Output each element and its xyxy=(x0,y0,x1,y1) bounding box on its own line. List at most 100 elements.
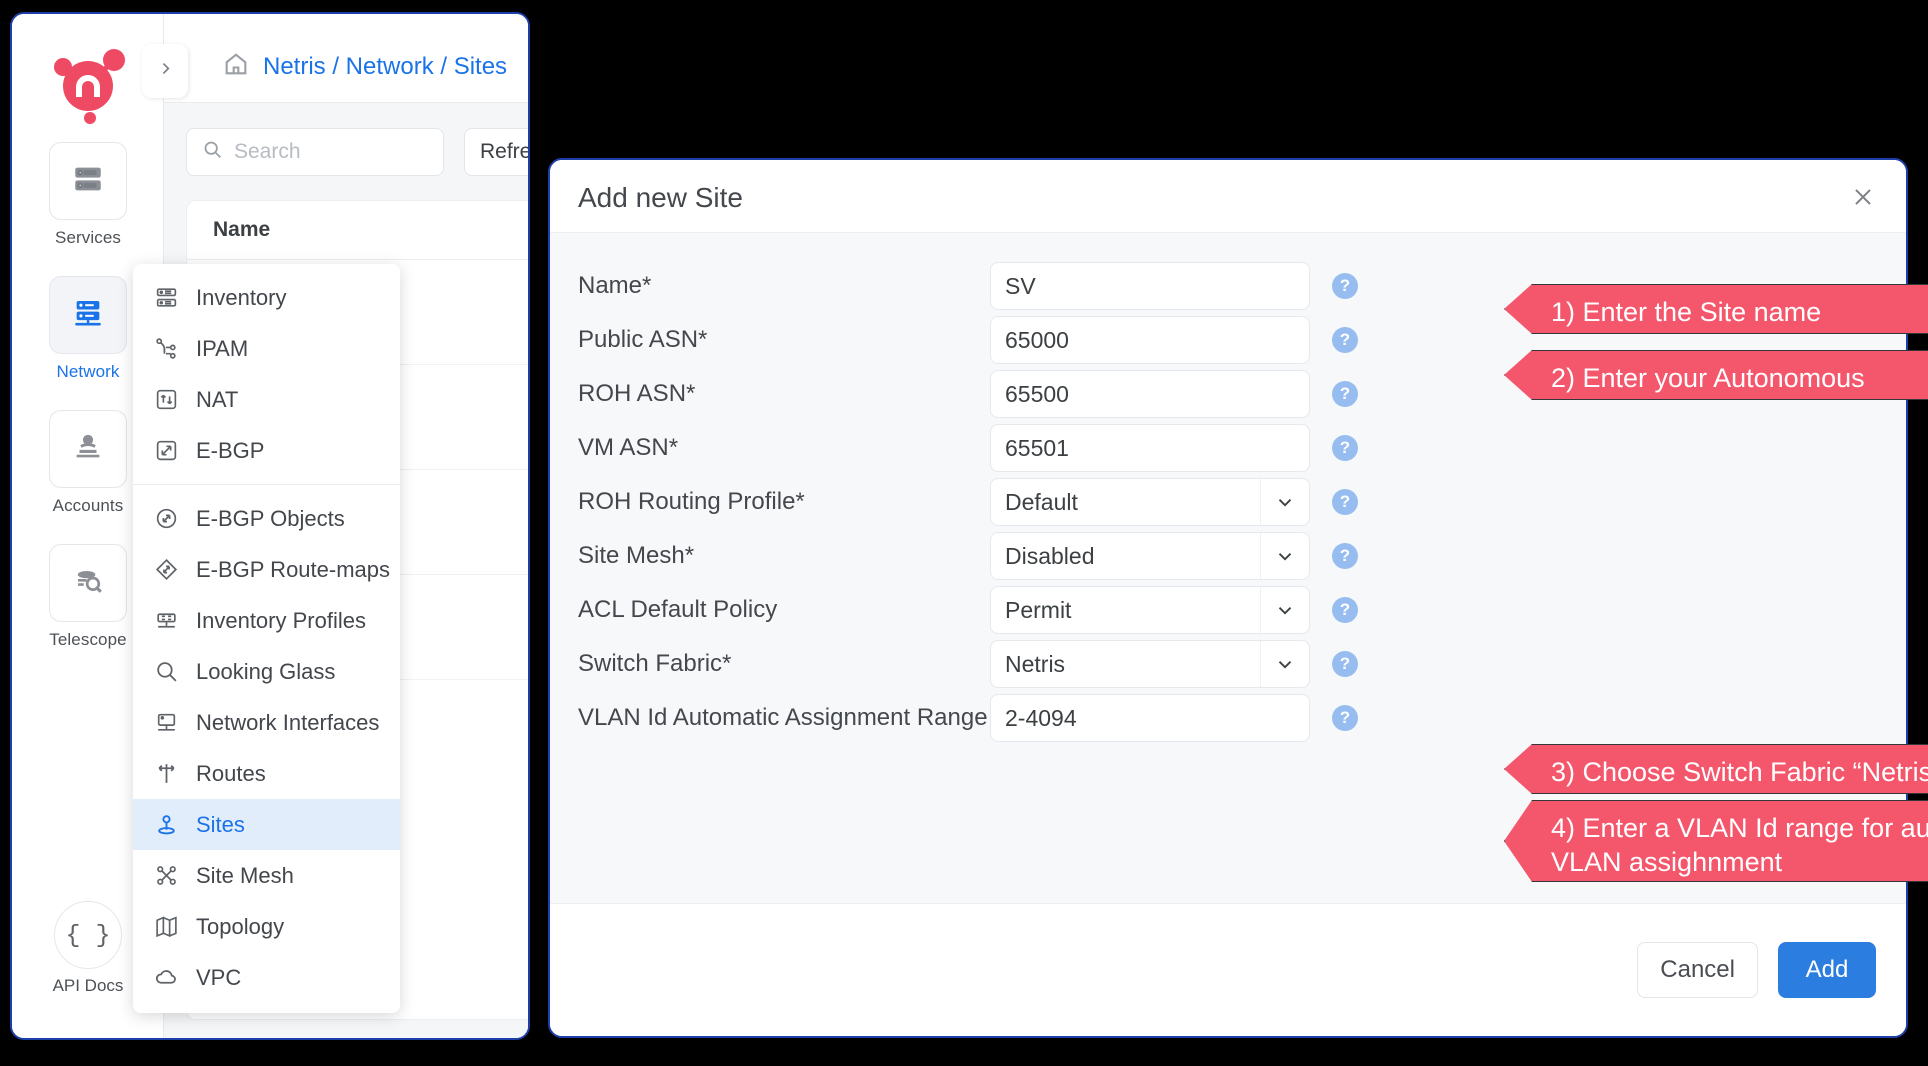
menu-item-inventory-profiles[interactable]: Inventory Profiles xyxy=(133,595,400,646)
menu-item-label: E-BGP Objects xyxy=(196,506,345,532)
modal-title: Add new Site xyxy=(578,182,743,214)
help-icon[interactable]: ? xyxy=(1332,705,1358,731)
switch-fabric-select[interactable]: Netris xyxy=(990,640,1310,688)
sidebar-tile xyxy=(49,276,127,354)
sidebar-item-services[interactable]: Services xyxy=(12,142,164,252)
menu-item-label: Network Interfaces xyxy=(196,710,379,736)
sidebar-item-label: Telescope xyxy=(49,630,126,650)
menu-item-ipam[interactable]: IPAM xyxy=(133,323,400,374)
sidebar-tile xyxy=(49,544,127,622)
help-icon[interactable]: ? xyxy=(1332,435,1358,461)
chevron-down-icon xyxy=(1260,533,1309,579)
menu-item-routes[interactable]: Routes xyxy=(133,748,400,799)
help-icon[interactable]: ? xyxy=(1332,381,1358,407)
menu-item-label: Topology xyxy=(196,914,284,940)
sidebar-tile xyxy=(49,142,127,220)
field-row-switch-fabric: Switch Fabric* Netris ? xyxy=(550,637,1906,691)
help-icon[interactable]: ? xyxy=(1332,273,1358,299)
cancel-button[interactable]: Cancel xyxy=(1637,942,1758,998)
vlan-range-input[interactable]: 2-4094 xyxy=(990,694,1310,742)
refresh-button[interactable]: Refresh xyxy=(464,128,530,176)
menu-item-label: E-BGP xyxy=(196,438,264,464)
chevron-right-icon xyxy=(157,60,174,82)
api-docs-label: API Docs xyxy=(53,976,124,996)
menu-item-ebgp[interactable]: E-BGP xyxy=(133,425,400,476)
menu-item-label: E-BGP Route-maps xyxy=(196,557,390,583)
topology-icon xyxy=(153,913,180,940)
netris-logo[interactable] xyxy=(46,40,130,124)
help-icon[interactable]: ? xyxy=(1332,327,1358,353)
flyout-group-primary: Inventory IPAM xyxy=(133,272,400,476)
menu-item-inventory[interactable]: Inventory xyxy=(133,272,400,323)
field-value: Netris xyxy=(1005,651,1260,678)
public-asn-input[interactable]: 65000 xyxy=(990,316,1310,364)
server-icon xyxy=(71,162,105,201)
sidebar-collapse-button[interactable] xyxy=(142,44,188,98)
callout-step-2: 2) Enter your Autonomous system xyxy=(1504,350,1928,400)
name-input[interactable]: SV xyxy=(990,262,1310,310)
help-icon[interactable]: ? xyxy=(1332,543,1358,569)
menu-item-vpc[interactable]: VPC xyxy=(133,952,400,1003)
field-value: 2-4094 xyxy=(1005,705,1295,732)
field-row-vm-asn: VM ASN* 65501 ? xyxy=(550,421,1906,475)
field-value: Default xyxy=(1005,489,1260,516)
field-label: ROH Routing Profile* xyxy=(550,488,990,516)
field-label: ROH ASN* xyxy=(550,380,990,408)
menu-item-ebgp-route-maps[interactable]: E-BGP Route-maps xyxy=(133,544,400,595)
field-row-vlan-range: VLAN Id Automatic Assignment Range 2-409… xyxy=(550,691,1906,745)
help-icon[interactable]: ? xyxy=(1332,597,1358,623)
callout-step-4: 4) Enter a VLAN Id range for au VLAN ass… xyxy=(1504,800,1928,882)
field-value: 65501 xyxy=(1005,435,1295,462)
site-mesh-select[interactable]: Disabled xyxy=(990,532,1310,580)
sites-icon xyxy=(153,811,180,838)
menu-item-label: Inventory xyxy=(196,285,287,311)
help-icon[interactable]: ? xyxy=(1332,651,1358,677)
menu-item-label: IPAM xyxy=(196,336,248,362)
field-label: ACL Default Policy xyxy=(550,596,990,624)
menu-item-site-mesh[interactable]: Site Mesh xyxy=(133,850,400,901)
sidebar-tile xyxy=(49,410,127,488)
ebgp-routemaps-icon xyxy=(153,556,180,583)
home-icon xyxy=(222,50,250,83)
network-interfaces-icon xyxy=(153,709,180,736)
add-button[interactable]: Add xyxy=(1778,942,1876,998)
close-icon[interactable] xyxy=(1846,180,1880,214)
callout-step-1: 1) Enter the Site name xyxy=(1504,284,1928,334)
inventory-profiles-icon xyxy=(153,607,180,634)
roh-routing-profile-select[interactable]: Default xyxy=(990,478,1310,526)
menu-item-topology[interactable]: Topology xyxy=(133,901,400,952)
menu-item-label: NAT xyxy=(196,387,238,413)
field-value: 65000 xyxy=(1005,327,1295,354)
ebgp-icon xyxy=(153,437,180,464)
chevron-down-icon xyxy=(1260,641,1309,687)
menu-item-sites[interactable]: Sites xyxy=(133,799,400,850)
search-icon xyxy=(202,139,223,165)
network-icon xyxy=(71,296,105,335)
help-icon[interactable]: ? xyxy=(1332,489,1358,515)
modal-footer: Cancel Add xyxy=(550,904,1906,1036)
menu-item-network-interfaces[interactable]: Network Interfaces xyxy=(133,697,400,748)
ipam-icon xyxy=(153,335,180,362)
field-value: Permit xyxy=(1005,597,1260,624)
toolbar: Search Refresh xyxy=(164,102,528,196)
menu-item-looking-glass[interactable]: Looking Glass xyxy=(133,646,400,697)
routes-icon xyxy=(153,760,180,787)
field-label: Site Mesh* xyxy=(550,542,990,570)
field-label: VM ASN* xyxy=(550,434,990,462)
roh-asn-input[interactable]: 65500 xyxy=(990,370,1310,418)
vm-asn-input[interactable]: 65501 xyxy=(990,424,1310,472)
menu-item-ebgp-objects[interactable]: E-BGP Objects xyxy=(133,493,400,544)
acl-default-policy-select[interactable]: Permit xyxy=(990,586,1310,634)
accounts-icon xyxy=(71,430,105,469)
field-row-acl-default-policy: ACL Default Policy Permit ? xyxy=(550,583,1906,637)
chevron-down-icon xyxy=(1260,587,1309,633)
field-row-roh-routing-profile: ROH Routing Profile* Default ? xyxy=(550,475,1906,529)
search-input[interactable]: Search xyxy=(186,128,444,176)
menu-item-nat[interactable]: NAT xyxy=(133,374,400,425)
field-row-site-mesh: Site Mesh* Disabled ? xyxy=(550,529,1906,583)
search-placeholder: Search xyxy=(234,140,301,164)
field-value: 65500 xyxy=(1005,381,1295,408)
flyout-group-secondary: E-BGP Objects E-BGP Route-maps xyxy=(133,484,400,1003)
chevron-down-icon xyxy=(1260,479,1309,525)
breadcrumb[interactable]: Netris / Network / Sites xyxy=(222,50,507,83)
